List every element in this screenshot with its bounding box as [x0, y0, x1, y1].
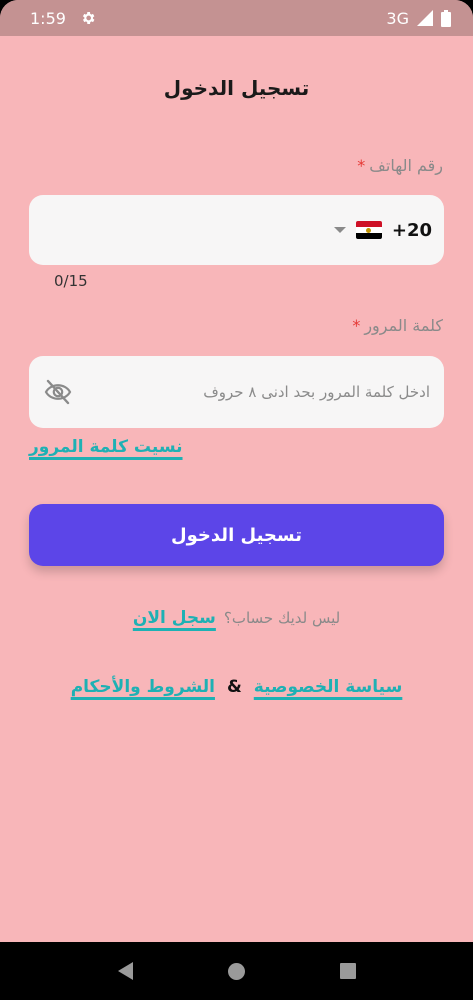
eye-off-icon[interactable]	[43, 378, 73, 406]
required-mark: *	[352, 316, 361, 335]
forgot-password-link[interactable]: نسيت كلمة المرور	[29, 437, 183, 457]
terms-link[interactable]: الشروط والأحكام	[71, 677, 215, 697]
nav-home-icon[interactable]	[227, 962, 245, 980]
chevron-down-icon	[333, 227, 346, 233]
dial-code: +20	[391, 219, 432, 241]
password-input[interactable]: ادخل كلمة المرور بحد ادنى ٨ حروف	[29, 356, 444, 428]
password-placeholder: ادخل كلمة المرور بحد ادنى ٨ حروف	[203, 383, 430, 401]
required-mark: *	[357, 156, 366, 175]
phone-input[interactable]: +20	[29, 195, 444, 265]
page-title: تسجيل الدخول	[163, 76, 310, 100]
signal-icon	[417, 10, 433, 26]
egypt-flag-icon	[355, 221, 382, 239]
country-code-picker[interactable]: +20	[330, 195, 444, 265]
phone-label: رقم الهاتف*	[357, 156, 443, 175]
login-button[interactable]: تسجيل الدخول	[29, 504, 444, 566]
phone-char-counter: 0/15	[54, 272, 88, 290]
app-screen: 1:59 3G تسجيل الدخول رقم الهاتف* +20 0/1…	[0, 0, 473, 1000]
network-type: 3G	[386, 8, 409, 28]
nav-recents-icon[interactable]	[339, 963, 356, 979]
status-time: 1:59	[30, 8, 66, 28]
phone-label-text: رقم الهاتف	[369, 156, 443, 175]
system-nav-bar	[0, 942, 473, 1000]
signup-link[interactable]: سجل الان	[133, 608, 216, 628]
nav-back-icon[interactable]	[117, 962, 133, 980]
battery-icon	[441, 9, 451, 27]
password-label: كلمة المرور*	[352, 316, 443, 335]
status-bar: 1:59 3G	[0, 0, 473, 36]
signup-question: ليس لديك حساب؟	[223, 609, 341, 627]
ampersand: &	[226, 677, 242, 697]
gear-icon	[82, 12, 95, 24]
password-label-text: كلمة المرور	[364, 316, 443, 335]
privacy-policy-link[interactable]: سياسة الخصوصية	[254, 677, 403, 697]
legal-links: سياسة الخصوصية & الشروط والأحكام	[0, 677, 473, 697]
signup-row: ليس لديك حساب؟ سجل الان	[0, 608, 473, 628]
